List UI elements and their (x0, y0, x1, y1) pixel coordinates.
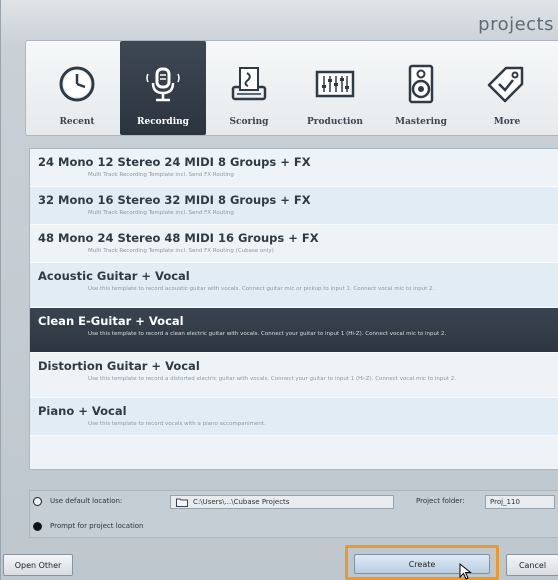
location-path: C:\Users\...\Cubase Projects (193, 498, 290, 506)
category-bar: Recent Recording Scoring Production Mast… (25, 40, 558, 136)
category-label: Mastering (395, 117, 447, 127)
project-folder-input[interactable]: Proj_110 (485, 495, 555, 509)
window-title: projects (478, 14, 554, 35)
create-button-highlight: Create (345, 545, 499, 580)
mouse-cursor-icon (459, 563, 472, 580)
location-path-field[interactable]: C:\Users\...\Cubase Projects (170, 495, 394, 509)
tag-icon (487, 66, 524, 103)
folder-icon (176, 498, 188, 507)
template-description: Use this template to record vocals with … (88, 421, 266, 427)
category-label: Production (307, 117, 363, 127)
template-title: Distortion Guitar + Vocal (38, 359, 200, 373)
default-location-label: Use default location: (50, 497, 123, 505)
template-item[interactable]: 32 Mono 16 Stereo 32 MIDI 8 Groups + FX … (30, 187, 558, 225)
mixer-icon (315, 70, 355, 98)
template-item-selected[interactable]: Clean E-Guitar + Vocal Use this template… (30, 308, 558, 353)
template-description: Use this template to record a distorted … (88, 376, 457, 382)
score-icon (231, 67, 267, 101)
category-mastering[interactable]: Mastering (378, 41, 464, 135)
category-production[interactable]: Production (292, 41, 378, 135)
category-more[interactable]: More (464, 41, 550, 135)
cancel-button[interactable]: Cancel (506, 554, 558, 576)
category-label: Scoring (229, 117, 269, 127)
template-description: Use this template to record acoustic gui… (88, 286, 435, 292)
template-item[interactable]: 48 Mono 24 Stereo 48 MIDI 16 Groups + FX… (30, 225, 558, 263)
template-item[interactable]: Distortion Guitar + Vocal Use this templ… (30, 353, 558, 398)
template-title: 48 Mono 24 Stereo 48 MIDI 16 Groups + FX (38, 231, 319, 245)
template-item[interactable]: 24 Mono 12 Stereo 24 MIDI 8 Groups + FX … (30, 149, 558, 187)
open-other-button[interactable]: Open Other (3, 554, 73, 576)
category-scoring[interactable]: Scoring (206, 41, 292, 135)
prompt-location-label: Prompt for project location (50, 522, 144, 530)
location-options: Use default location: C:\Users\...\Cubas… (29, 490, 558, 538)
speaker-icon (408, 64, 434, 104)
category-recent[interactable]: Recent (34, 41, 120, 135)
category-label: Recording (137, 117, 189, 127)
category-label: More (493, 117, 521, 127)
project-assistant-window: projects Recent Recording Scoring Produc… (0, 0, 558, 580)
template-item[interactable]: Piano + Vocal Use this template to recor… (30, 398, 558, 436)
template-description: Use this template to record a clean elec… (88, 331, 447, 337)
template-list: 24 Mono 12 Stereo 24 MIDI 8 Groups + FX … (29, 148, 558, 470)
template-title: Piano + Vocal (38, 404, 127, 418)
template-description: Multi Track Recording Template incl. Sen… (88, 172, 234, 178)
prompt-location-radio[interactable] (33, 522, 42, 531)
default-location-radio[interactable] (33, 497, 42, 506)
template-title: 32 Mono 16 Stereo 32 MIDI 8 Groups + FX (38, 193, 311, 207)
template-description: Multi Track Recording Template incl. Sen… (88, 248, 274, 254)
template-description: Multi Track Recording Template incl. Sen… (88, 210, 234, 216)
project-folder-label: Project folder: (416, 497, 465, 505)
template-title: 24 Mono 12 Stereo 24 MIDI 8 Groups + FX (38, 155, 311, 169)
category-recording[interactable]: Recording (120, 41, 206, 135)
category-label: Recent (59, 117, 95, 127)
template-title: Clean E-Guitar + Vocal (38, 314, 184, 328)
clock-icon (59, 66, 95, 102)
microphone-icon (146, 67, 180, 102)
template-item[interactable]: Acoustic Guitar + Vocal Use this templat… (30, 263, 558, 308)
template-title: Acoustic Guitar + Vocal (38, 269, 190, 283)
